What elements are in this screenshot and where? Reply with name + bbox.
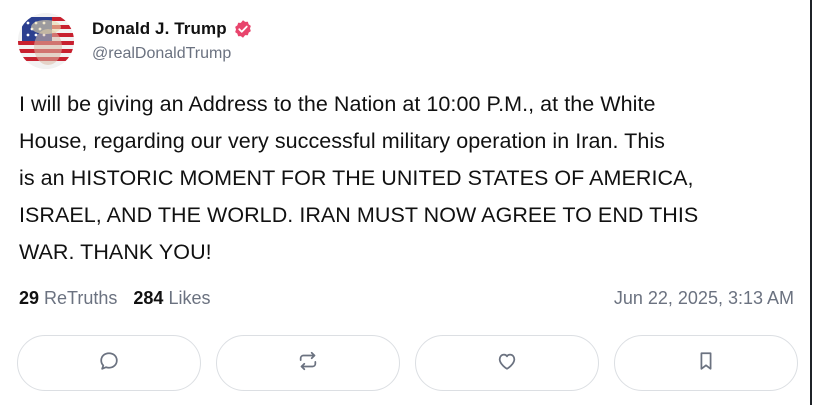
retruth-button[interactable] [216,335,400,391]
post-body-line: I will be giving an Address to the Natio… [19,92,656,116]
bookmark-button[interactable] [614,335,798,391]
avatar[interactable] [18,13,74,69]
likes-label: Likes [168,288,211,308]
author-name-row: Donald J. Trump [92,19,253,39]
post-card: Donald J. Trump @realDonaldTrump I will … [0,0,812,405]
retruths-stat[interactable]: 29 ReTruths [19,288,117,309]
verified-badge-icon [233,19,253,39]
bookmark-icon [695,350,717,377]
post-timestamp[interactable]: Jun 22, 2025, 3:13 AM [614,288,794,309]
like-icon [496,350,518,377]
post-body-line: House, regarding our very successful mil… [19,129,665,153]
post-body-line: WAR. THANK YOU! [19,240,212,264]
post-body-line: is an HISTORIC MOMENT FOR THE UNITED STA… [19,166,694,190]
likes-stat[interactable]: 284 Likes [133,288,210,309]
author-handle[interactable]: @realDonaldTrump [92,45,253,63]
retruths-label: ReTruths [44,288,118,308]
post-body-line: ISRAEL, AND THE WORLD. IRAN MUST NOW AGR… [19,203,699,227]
retruth-icon [297,350,319,377]
post-stats: 29 ReTruths 284 Likes [19,288,226,309]
likes-count: 284 [133,288,164,308]
author-info: Donald J. Trump @realDonaldTrump [92,13,253,63]
reply-icon [98,350,120,377]
post-body: I will be giving an Address to the Natio… [19,86,799,271]
post-actions [17,335,813,391]
like-button[interactable] [415,335,599,391]
retruths-count: 29 [19,288,40,308]
avatar-image [18,13,74,69]
post-header: Donald J. Trump @realDonaldTrump [18,13,253,71]
reply-button[interactable] [17,335,201,391]
author-display-name[interactable]: Donald J. Trump [92,19,227,39]
